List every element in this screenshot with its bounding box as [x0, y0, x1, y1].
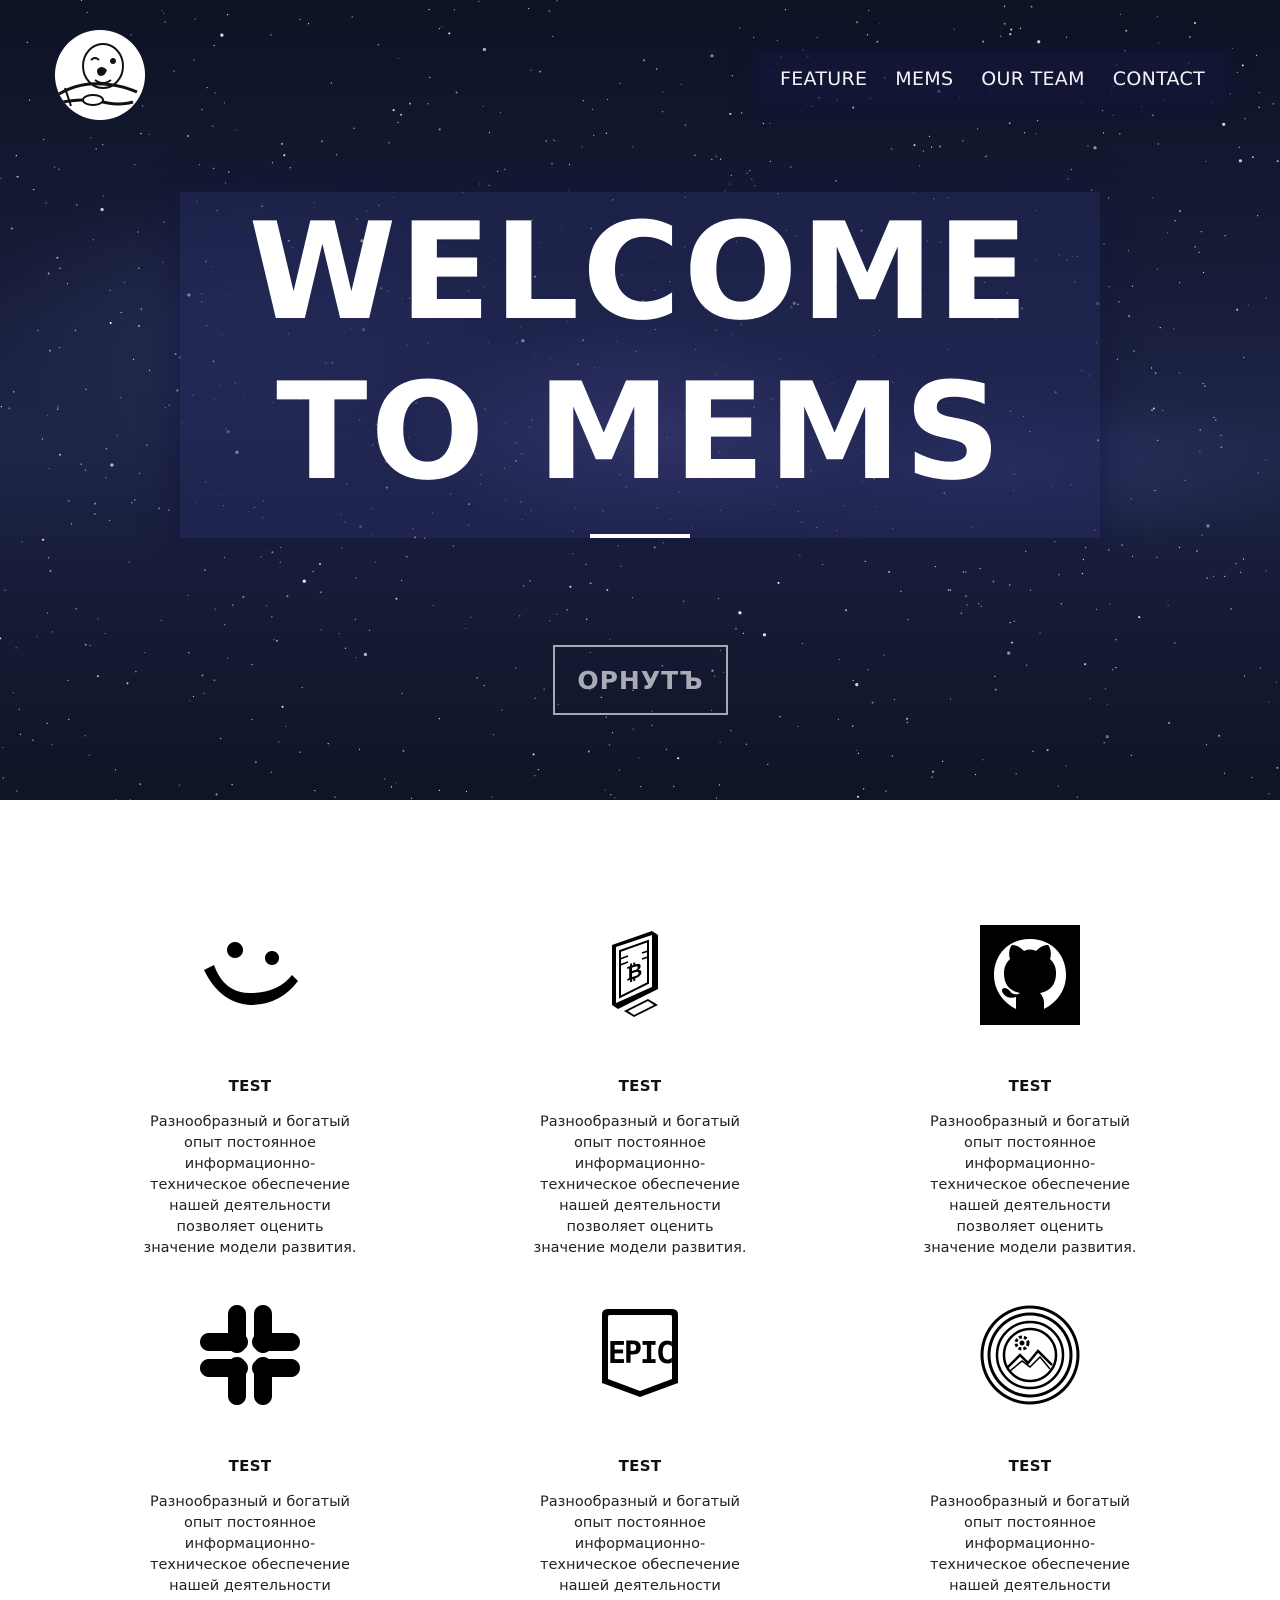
feature-text: Разнообразный и богатый опыт постоянное …: [923, 1114, 1137, 1256]
meme-face-logo-icon: [55, 30, 145, 120]
feature-title: TEST: [228, 1077, 272, 1095]
hero-headline-line-2: TO MEMS: [276, 354, 1004, 510]
slack-icon: [200, 1305, 300, 1405]
feature-card: ₿ TEST Разнообразный и богатый опыт пост…: [525, 925, 755, 1259]
feature-card: TEST Разнообразный и богатый опыт постоя…: [135, 1305, 365, 1600]
svg-text:EPIC: EPIC: [608, 1336, 672, 1371]
epic-games-icon: EPIC: [590, 1305, 690, 1405]
nav-item-contact[interactable]: CONTACT: [1113, 68, 1205, 90]
nav-item-feature[interactable]: FEATURE: [780, 68, 867, 90]
feature-text: Разнообразный и богатый опыт постоянное …: [150, 1494, 350, 1600]
smile-icon: [200, 925, 300, 1025]
feature-title: TEST: [228, 1457, 272, 1475]
bitcoin-monitor-icon: ₿: [590, 925, 690, 1025]
github-icon: [980, 925, 1080, 1025]
feature-card: TEST Разнообразный и богатый опыт постоя…: [135, 925, 365, 1259]
feature-title: TEST: [1008, 1457, 1052, 1475]
feature-title: TEST: [1008, 1077, 1052, 1095]
feature-title: TEST: [618, 1077, 662, 1095]
main-nav: FEATURE MEMS OUR TEAM CONTACT: [760, 53, 1225, 104]
feature-title: TEST: [618, 1457, 662, 1475]
hero-section: FEATURE MEMS OUR TEAM CONTACT WELCOME TO…: [0, 0, 1280, 800]
headline-underline: [590, 534, 690, 538]
features-section: TEST Разнообразный и богатый опыт постоя…: [0, 800, 1280, 1600]
feature-text: Разнообразный и богатый опыт постоянное …: [143, 1114, 357, 1256]
gear-mountain-badge-icon: [980, 1305, 1080, 1405]
logo[interactable]: [55, 30, 145, 120]
feature-text: Разнообразный и богатый опыт постоянное …: [533, 1114, 747, 1256]
feature-text: Разнообразный и богатый опыт постоянное …: [930, 1494, 1130, 1600]
feature-card: EPIC TEST Разнообразный и богатый опыт п…: [525, 1305, 755, 1600]
nav-item-mems[interactable]: MEMS: [895, 68, 953, 90]
cta-button[interactable]: ОРНУТЪ: [553, 645, 728, 715]
hero-headline: WELCOME TO MEMS: [180, 192, 1100, 512]
feature-card: TEST Разнообразный и богатый опыт постоя…: [915, 925, 1145, 1259]
feature-text: Разнообразный и богатый опыт постоянное …: [540, 1494, 740, 1600]
hero-headline-line-1: WELCOME: [248, 194, 1032, 350]
nav-item-our-team[interactable]: OUR TEAM: [981, 68, 1085, 90]
feature-card: TEST Разнообразный и богатый опыт постоя…: [915, 1305, 1145, 1600]
